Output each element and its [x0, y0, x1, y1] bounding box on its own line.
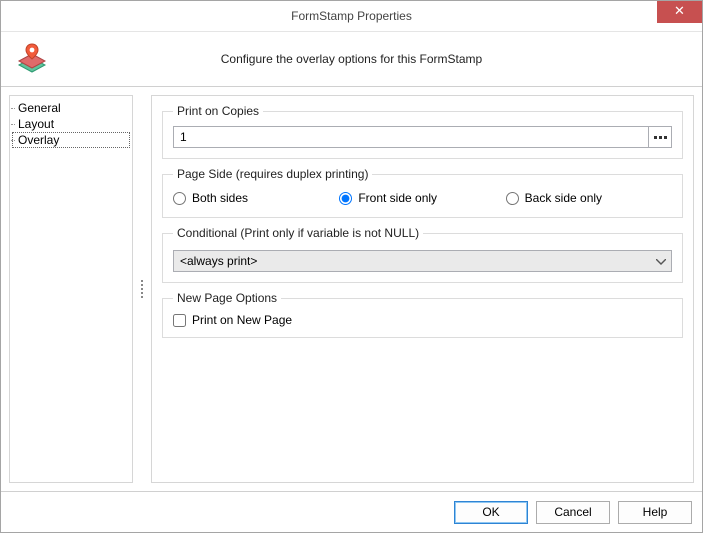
conditional-dropdown[interactable]: <always print> [173, 250, 672, 272]
print-on-copies-input[interactable] [173, 126, 648, 148]
footer: OK Cancel Help [1, 491, 702, 532]
dialog-window: FormStamp Properties ✕ Configure the ove… [0, 0, 703, 533]
radio-back-side-input[interactable] [506, 192, 519, 205]
radio-back-side[interactable]: Back side only [506, 191, 672, 205]
print-on-new-page-checkbox[interactable]: Print on New Page [173, 313, 672, 327]
radio-both-sides[interactable]: Both sides [173, 191, 339, 205]
radio-both-sides-label: Both sides [192, 191, 248, 205]
radio-back-side-label: Back side only [525, 191, 602, 205]
close-icon: ✕ [674, 3, 685, 18]
ellipsis-icon [659, 136, 662, 139]
nav-tree: General Layout Overlay [9, 95, 133, 483]
titlebar: FormStamp Properties ✕ [1, 1, 702, 32]
radio-front-side-input[interactable] [339, 192, 352, 205]
radio-both-sides-input[interactable] [173, 192, 186, 205]
ellipsis-icon [654, 136, 657, 139]
cancel-button[interactable]: Cancel [536, 501, 610, 524]
tree-item-overlay[interactable]: Overlay [12, 132, 130, 148]
conditional-dropdown-value: <always print> [180, 254, 257, 268]
legend-conditional: Conditional (Print only if variable is n… [173, 226, 423, 240]
tree-item-layout[interactable]: Layout [12, 116, 130, 132]
window-title: FormStamp Properties [291, 9, 412, 23]
close-button[interactable]: ✕ [657, 1, 702, 23]
radio-front-side[interactable]: Front side only [339, 191, 505, 205]
chevron-down-icon [653, 254, 669, 268]
group-print-on-copies: Print on Copies [162, 104, 683, 159]
body: General Layout Overlay Print on Copies [1, 87, 702, 491]
group-page-side: Page Side (requires duplex printing) Bot… [162, 167, 683, 218]
legend-print-on-copies: Print on Copies [173, 104, 263, 118]
ok-button[interactable]: OK [454, 501, 528, 524]
legend-page-side: Page Side (requires duplex printing) [173, 167, 372, 181]
legend-new-page: New Page Options [173, 291, 281, 305]
header: Configure the overlay options for this F… [1, 32, 702, 87]
print-on-new-page-input[interactable] [173, 314, 186, 327]
print-on-copies-browse-button[interactable] [648, 126, 672, 148]
print-on-new-page-label: Print on New Page [192, 313, 292, 327]
group-new-page: New Page Options Print on New Page [162, 291, 683, 338]
tree-item-general[interactable]: General [12, 100, 130, 116]
splitter-handle[interactable] [139, 95, 145, 483]
ellipsis-icon [664, 136, 667, 139]
group-conditional: Conditional (Print only if variable is n… [162, 226, 683, 283]
help-button[interactable]: Help [618, 501, 692, 524]
header-subtitle: Configure the overlay options for this F… [1, 52, 702, 66]
content-pane: Print on Copies Page Side (requires dupl… [151, 95, 694, 483]
radio-front-side-label: Front side only [358, 191, 437, 205]
